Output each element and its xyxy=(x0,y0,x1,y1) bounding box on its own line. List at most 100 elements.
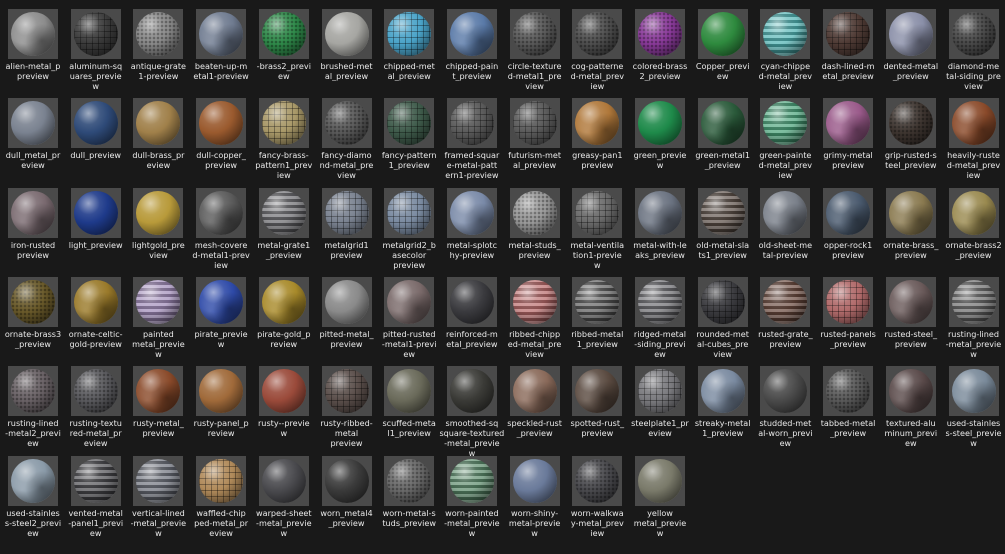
file-item[interactable]: aluminum-sq uares_previe w xyxy=(65,9,127,99)
file-item[interactable]: grip-rusted-s teel_preview xyxy=(880,98,942,188)
file-item[interactable]: old-sheet-me tal-preview xyxy=(754,187,816,278)
file-item[interactable]: greasy-pan1 preview xyxy=(566,98,628,188)
file-item[interactable]: dash-lined-m etal_preview xyxy=(817,9,879,99)
file-item[interactable]: speckled-rust _preview xyxy=(504,366,566,456)
file-item[interactable]: brushed-met al_preview xyxy=(316,9,378,99)
file-item[interactable]: vertical-lined -metal_previe w xyxy=(127,455,189,546)
file-item[interactable]: dull_preview xyxy=(65,98,127,188)
file-item[interactable]: worn-walkwa y-metal_prev iew xyxy=(566,455,628,546)
file-item[interactable]: rusty-ribbed- metal preview xyxy=(316,366,378,456)
file-name-label: rusty-ribbed- metal preview xyxy=(320,418,373,449)
file-item[interactable]: worn-shiny- metal-previe w xyxy=(504,455,566,546)
file-item[interactable]: diamond-me tal-siding_pre view xyxy=(943,9,1005,99)
file-item[interactable]: warped-sheet -metal_previe w xyxy=(253,455,315,546)
file-item[interactable]: yellow metal_previe w xyxy=(629,455,691,546)
file-item[interactable]: iron-rusted preview xyxy=(2,187,64,278)
file-item[interactable]: dented-metal _preview xyxy=(880,9,942,99)
file-item[interactable]: textured-alu minum_previ ew xyxy=(880,366,942,456)
file-item[interactable]: waffled-chip ped-metal_pr eview xyxy=(190,455,252,546)
sphere-shading xyxy=(449,101,494,146)
file-item[interactable]: rusty-panel_p review xyxy=(190,366,252,456)
file-item[interactable]: worn-painted -metal_previe w xyxy=(441,455,503,546)
file-item[interactable]: chipped-met al_preview xyxy=(378,9,440,99)
file-item[interactable]: spotted-rust_ preview xyxy=(566,366,628,456)
file-item[interactable]: metal-studs_ preview xyxy=(504,187,566,278)
file-item[interactable]: used-stainles s-steel_previe w xyxy=(943,366,1005,456)
file-item[interactable]: pitted-metal_ preview xyxy=(316,276,378,367)
file-item[interactable]: metal-splotc hy-preview xyxy=(441,187,503,278)
file-item[interactable]: -brass2_previ ew xyxy=(253,9,315,99)
file-item[interactable]: Copper_previ ew xyxy=(692,9,754,99)
file-item[interactable]: fancy-brass- pattern1_prev iew xyxy=(253,98,315,188)
file-item[interactable]: streaky-metal 1_preview xyxy=(692,366,754,456)
file-item[interactable]: ornate-brass2 _preview xyxy=(943,187,1005,278)
file-item[interactable]: framed-squar e-metal-patt ern1-preview xyxy=(441,98,503,188)
file-thumbnail xyxy=(760,98,811,149)
file-item[interactable]: light_preview xyxy=(65,187,127,278)
material-sphere-icon xyxy=(324,369,369,414)
file-item[interactable]: pirate_previe w xyxy=(190,276,252,367)
file-item[interactable]: rusty-metal_ preview xyxy=(127,366,189,456)
file-item[interactable]: ribbed-metal 1_preview xyxy=(566,276,628,367)
file-item[interactable]: ornate-celtic- gold-preview xyxy=(65,276,127,367)
file-item[interactable]: dull_metal_pr eview xyxy=(2,98,64,188)
file-item[interactable]: green-painte d-metal_prev iew xyxy=(754,98,816,188)
material-sphere-icon xyxy=(11,190,55,235)
file-item[interactable]: futurism-met al_preview xyxy=(504,98,566,188)
file-item[interactable]: ornate-brass_ preview xyxy=(880,187,942,278)
file-item[interactable]: ornate-brass3 _preview xyxy=(2,276,64,367)
file-item[interactable]: worn_metal4 _preview xyxy=(316,455,378,546)
sphere-shading xyxy=(73,190,118,235)
file-item[interactable]: circle-texture d-metal1_pre view xyxy=(504,9,566,99)
file-item[interactable]: fancy-diamo nd-metal_pre view xyxy=(316,98,378,188)
file-item[interactable]: painted metal_previe w xyxy=(127,276,189,367)
file-item[interactable]: pirate-gold_p review xyxy=(253,276,315,367)
file-item[interactable]: rounded-met al-cubes_pre view xyxy=(692,276,754,367)
file-item[interactable]: ridged-metal -siding_previ ew xyxy=(629,276,691,367)
file-item[interactable]: rusted-panels _preview xyxy=(817,276,879,367)
file-item[interactable]: rusted-grate_ preview xyxy=(754,276,816,367)
file-item[interactable]: chipped-pain t_preview xyxy=(441,9,503,99)
file-item[interactable]: metal-grate1 _preview xyxy=(253,187,315,278)
file-item[interactable]: heavily-ruste d-metal_prev iew xyxy=(943,98,1005,188)
file-item[interactable]: alien-metal_p preview xyxy=(2,9,64,99)
file-item[interactable]: rusting-lined -metal_previe w xyxy=(943,276,1005,367)
file-item[interactable]: rusting-textu red-metal_pr eview xyxy=(65,366,127,456)
file-item[interactable]: grimy-metal preview xyxy=(817,98,879,188)
file-name-label: used-stainles s-steel2_previ ew xyxy=(4,507,62,538)
file-item[interactable]: dull-brass_pr eview xyxy=(127,98,189,188)
file-thumbnail xyxy=(8,366,58,417)
file-item[interactable]: cog-patterne d-metal_prev iew xyxy=(566,9,628,99)
file-item[interactable]: green-metal1 _preview xyxy=(692,98,754,188)
file-item[interactable]: used-stainles s-steel2_previ ew xyxy=(2,455,64,546)
file-item[interactable]: steelplate1_pr eview xyxy=(629,366,691,456)
file-item[interactable]: pitted-rusted -metal1-previ ew xyxy=(378,276,440,367)
file-item[interactable]: metal-ventila tion1-previe w xyxy=(566,187,628,278)
file-item[interactable]: rusted-steel_ preview xyxy=(880,276,942,367)
file-item[interactable]: reinforced-m etal_preview xyxy=(441,276,503,367)
file-item[interactable]: fancy-pattern 1_preview xyxy=(378,98,440,188)
file-item[interactable]: vented-metal -panel1_previ ew xyxy=(65,455,127,546)
file-item[interactable]: ribbed-chipp ed-metal_pre view xyxy=(504,276,566,367)
file-item[interactable]: dull-copper_ preview xyxy=(190,98,252,188)
file-item[interactable]: beaten-up-m etal1-preview xyxy=(190,9,252,99)
file-item[interactable]: colored-brass 2_preview xyxy=(629,9,691,99)
file-item[interactable]: scuffed-meta l1_preview xyxy=(378,366,440,456)
file-item[interactable]: mesh-covere d-metal1-prev iew xyxy=(190,187,252,278)
file-item[interactable]: smoothed-sq square-textured -metal_previ… xyxy=(439,366,504,458)
file-item[interactable]: green_previe w xyxy=(629,98,691,188)
file-item[interactable]: rusty--previe w xyxy=(253,366,315,456)
file-item[interactable]: worn-metal-s tuds_preview xyxy=(378,455,440,546)
file-item[interactable]: old-metal-sla ts1_preview xyxy=(692,187,754,278)
file-item[interactable]: metalgrid2_b asecolor preview xyxy=(378,187,440,278)
file-item[interactable]: antique-grate 1-preview xyxy=(127,9,189,99)
file-item[interactable]: lightgold_pre view xyxy=(127,187,189,278)
file-item[interactable]: metalgrid1 preview xyxy=(316,187,378,278)
file-item[interactable]: studded-met al-worn_previ ew xyxy=(754,366,816,456)
file-item[interactable]: tabbed-metal _preview xyxy=(817,366,879,456)
file-item[interactable]: rusting-lined -metal2_previ ew xyxy=(2,366,64,456)
file-item[interactable]: opper-rock1 preview xyxy=(817,187,879,278)
material-sphere-icon xyxy=(387,101,432,146)
file-item[interactable]: metal-with-le aks_preview xyxy=(629,187,691,278)
file-item[interactable]: cyan-chippe d-metal_prev iew xyxy=(754,9,816,99)
